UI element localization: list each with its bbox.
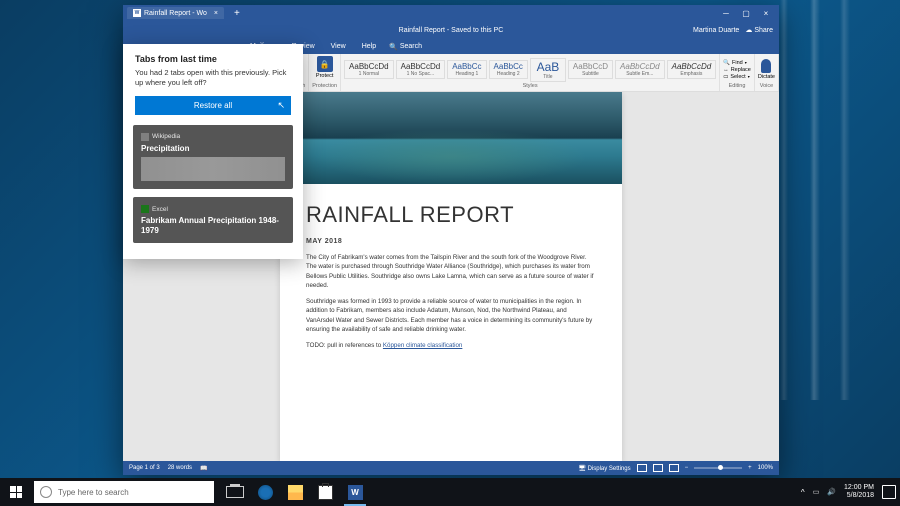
flyout-item-excel[interactable]: Excel Fabrikam Annual Precipitation 1948… bbox=[133, 197, 293, 243]
taskbar: Type here to search W ^ ▭ 🔊 12:00 PM 5/8… bbox=[0, 478, 900, 506]
share-button[interactable]: ☁ Share bbox=[745, 26, 773, 34]
wikipedia-icon bbox=[141, 133, 149, 141]
search-icon: 🔍 bbox=[389, 43, 398, 51]
folder-icon bbox=[288, 485, 303, 500]
ribbon-tab-help[interactable]: Help bbox=[355, 41, 383, 52]
style-emphasis[interactable]: AaBbCcDdEmphasis bbox=[667, 60, 717, 79]
taskbar-store[interactable] bbox=[310, 478, 340, 506]
edge-icon bbox=[258, 485, 273, 500]
ribbon-search[interactable]: 🔍 Search bbox=[389, 43, 422, 51]
select-icon: ▭ bbox=[723, 74, 728, 80]
taskbar-explorer[interactable] bbox=[280, 478, 310, 506]
ribbon-group-voice: Dictate Voice bbox=[755, 54, 779, 91]
word-icon: W bbox=[133, 9, 141, 17]
document-heading: RAINFALL REPORT bbox=[306, 202, 596, 228]
status-page[interactable]: Page 1 of 3 bbox=[129, 465, 160, 472]
word-taskbar-icon: W bbox=[348, 485, 363, 500]
replace-icon: ↔ bbox=[723, 67, 729, 73]
ribbon-tab-view[interactable]: View bbox=[324, 41, 353, 52]
start-button[interactable] bbox=[0, 478, 32, 506]
store-icon bbox=[318, 485, 333, 500]
ribbon-group-protection: 🔒 Protect Protection bbox=[309, 54, 341, 91]
share-icon: ☁ bbox=[745, 26, 752, 34]
zoom-level[interactable]: 100% bbox=[758, 465, 773, 471]
protect-icon[interactable]: 🔒 bbox=[317, 56, 333, 72]
ribbon-group-styles: AaBbCcDd1 Normal AaBbCcDd1 No Spac... Aa… bbox=[341, 54, 720, 91]
app-tab-current[interactable]: W Rainfall Report - Wo × bbox=[127, 7, 224, 19]
find-icon: 🔍 bbox=[723, 60, 730, 66]
style-heading1[interactable]: AaBbCcHeading 1 bbox=[447, 60, 486, 79]
restore-all-button[interactable]: Restore all ↖ bbox=[135, 96, 291, 115]
flyout-subtext: You had 2 tabs open with this previously… bbox=[123, 68, 303, 96]
tray-overflow-button[interactable]: ^ bbox=[801, 488, 805, 497]
style-subtitle[interactable]: AaBbCcDSubtitle bbox=[568, 60, 613, 79]
find-button[interactable]: 🔍Find▾ bbox=[723, 60, 751, 66]
minimize-button[interactable]: ─ bbox=[717, 6, 735, 20]
tray-volume-icon[interactable]: 🔊 bbox=[827, 488, 836, 496]
document-date: MAY 2018 bbox=[306, 238, 596, 245]
document-paragraph-1: The City of Fabrikam's water comes from … bbox=[306, 253, 596, 290]
tab-title: Rainfall Report - Wo bbox=[144, 10, 207, 17]
taskbar-search[interactable]: Type here to search bbox=[34, 481, 214, 503]
display-settings-button[interactable]: 🖥 Display Settings bbox=[578, 465, 630, 472]
tabs-flyout: Tabs from last time You had 2 tabs open … bbox=[123, 44, 303, 259]
style-heading2[interactable]: AaBbCcHeading 2 bbox=[489, 60, 528, 79]
close-tab-icon[interactable]: × bbox=[214, 10, 218, 17]
cortana-icon bbox=[40, 486, 52, 498]
flyout-heading: Tabs from last time bbox=[123, 44, 303, 68]
microphone-icon bbox=[761, 59, 771, 73]
new-tab-button[interactable]: + bbox=[228, 8, 246, 19]
taskbar-clock[interactable]: 12:00 PM 5/8/2018 bbox=[844, 484, 874, 499]
style-normal[interactable]: AaBbCcDd1 Normal bbox=[344, 60, 394, 79]
flyout-item-wikipedia[interactable]: Wikipedia Precipitation bbox=[133, 125, 293, 190]
close-button[interactable]: × bbox=[757, 6, 775, 20]
zoom-out-button[interactable]: − bbox=[685, 465, 689, 471]
koppen-link[interactable]: Köppen climate classification bbox=[383, 342, 462, 349]
zoom-slider[interactable] bbox=[694, 467, 742, 469]
style-nospacing[interactable]: AaBbCcDd1 No Spac... bbox=[396, 60, 446, 79]
cursor-icon: ↖ bbox=[277, 100, 285, 111]
user-name[interactable]: Martina Duarte bbox=[693, 27, 739, 34]
tab-strip: W Rainfall Report - Wo × + bbox=[127, 7, 717, 19]
replace-button[interactable]: ↔Replace bbox=[723, 67, 751, 73]
document-paragraph-2: Southridge was formed in 1993 to provide… bbox=[306, 297, 596, 334]
style-subtleem[interactable]: AaBbCcDdSubtle Em... bbox=[615, 60, 665, 79]
maximize-button[interactable]: ▢ bbox=[737, 6, 755, 20]
task-view-icon bbox=[226, 486, 244, 498]
window-controls: ─ ▢ × bbox=[717, 6, 775, 20]
view-web-icon[interactable] bbox=[669, 464, 679, 472]
taskbar-edge[interactable] bbox=[250, 478, 280, 506]
action-center-button[interactable] bbox=[882, 485, 896, 499]
ribbon-group-editing: 🔍Find▾ ↔Replace ▭Select▾ Editing bbox=[720, 54, 755, 91]
statusbar: Page 1 of 3 28 words 📖 🖥 Display Setting… bbox=[123, 461, 779, 475]
status-words[interactable]: 28 words bbox=[168, 465, 192, 472]
view-print-icon[interactable] bbox=[653, 464, 663, 472]
tray-network-icon[interactable]: ▭ bbox=[813, 488, 820, 496]
system-tray: ^ ▭ 🔊 12:00 PM 5/8/2018 bbox=[801, 484, 900, 499]
windows-logo-icon bbox=[10, 486, 22, 498]
taskbar-word[interactable]: W bbox=[340, 478, 370, 506]
style-title[interactable]: AaBTitle bbox=[530, 58, 566, 82]
titlebar: W Rainfall Report - Wo × + ─ ▢ × bbox=[123, 5, 779, 21]
display-icon: 🖥 bbox=[578, 466, 586, 472]
document-page: RAINFALL REPORT MAY 2018 The City of Fab… bbox=[280, 92, 622, 461]
excel-icon bbox=[141, 205, 149, 213]
zoom-in-button[interactable]: + bbox=[748, 465, 752, 471]
dictate-button[interactable]: Dictate bbox=[758, 59, 775, 80]
select-button[interactable]: ▭Select▾ bbox=[723, 74, 751, 80]
flyout-thumb-1 bbox=[141, 157, 285, 181]
status-lang-icon[interactable]: 📖 bbox=[200, 465, 207, 472]
document-paragraph-3: TODO: pull in references to Köppen clima… bbox=[306, 341, 596, 350]
document-hero-image bbox=[280, 92, 622, 184]
document-title: Rainfall Report - Saved to this PC bbox=[399, 27, 504, 34]
task-view-button[interactable] bbox=[220, 478, 250, 506]
header-row: Rainfall Report - Saved to this PC Marti… bbox=[123, 21, 779, 39]
view-read-icon[interactable] bbox=[637, 464, 647, 472]
